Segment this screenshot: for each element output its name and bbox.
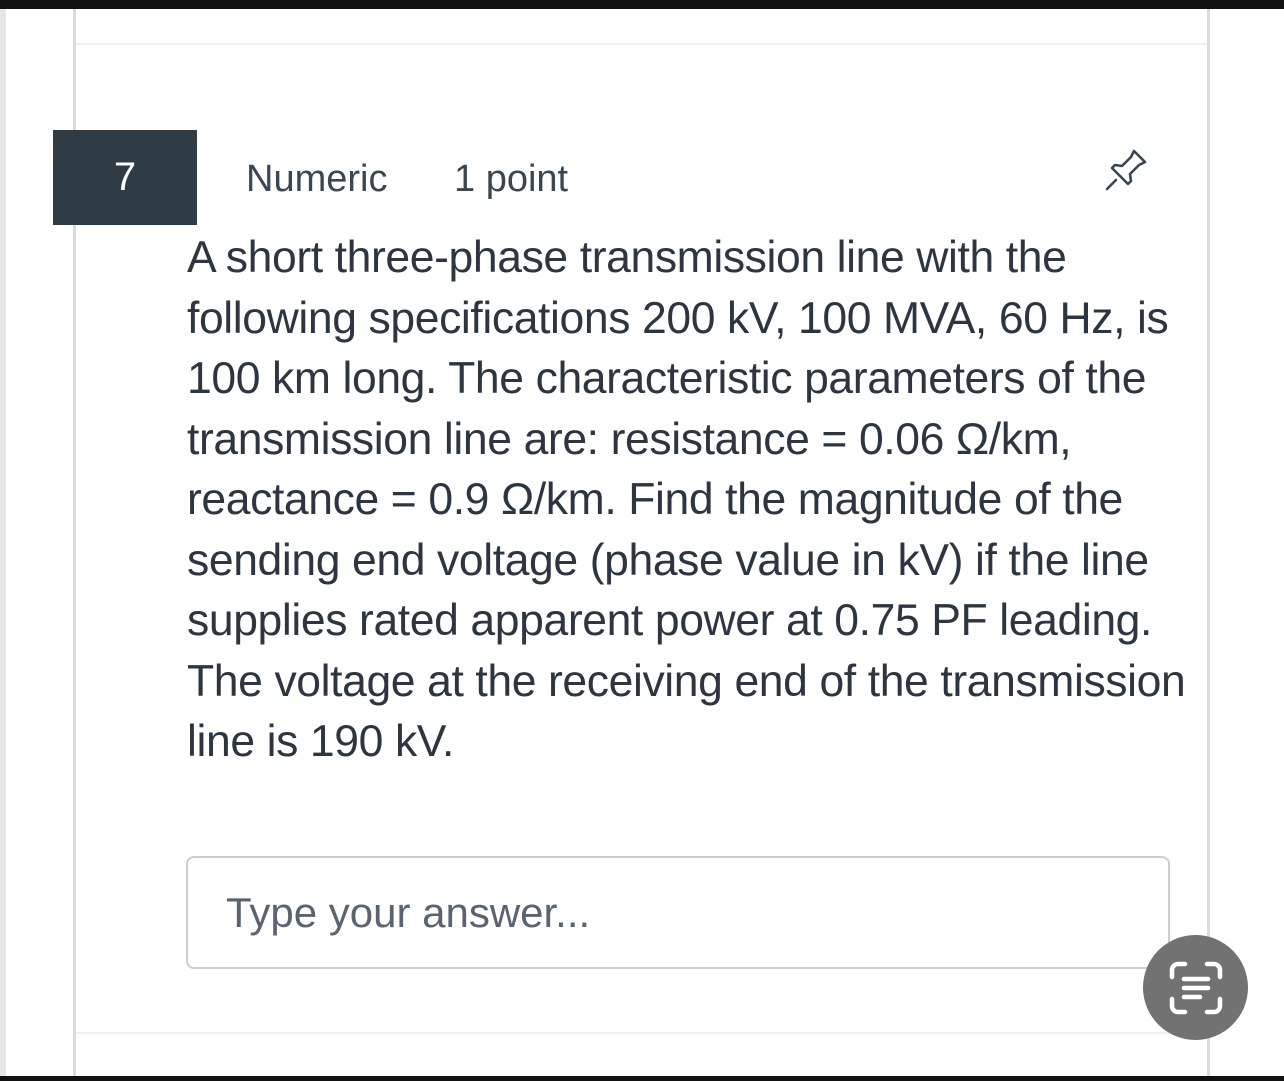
text-scan-button[interactable] [1143,935,1248,1040]
pin-icon[interactable] [1100,146,1158,196]
card-top-divider [76,43,1207,45]
top-frame-bar [0,0,1284,9]
question-number: 7 [113,155,137,199]
left-gutter [0,9,6,1076]
text-scan-icon [1169,961,1222,1014]
question-points-label: 1 point [454,158,569,200]
answer-input[interactable] [186,856,1170,969]
question-text: A short three-phase transmission line wi… [187,233,1186,766]
question-type-label: Numeric [246,158,388,200]
bottom-frame-bar [0,1076,1284,1081]
question-number-badge: 7 [53,130,197,225]
card-bottom-divider [76,1032,1207,1034]
